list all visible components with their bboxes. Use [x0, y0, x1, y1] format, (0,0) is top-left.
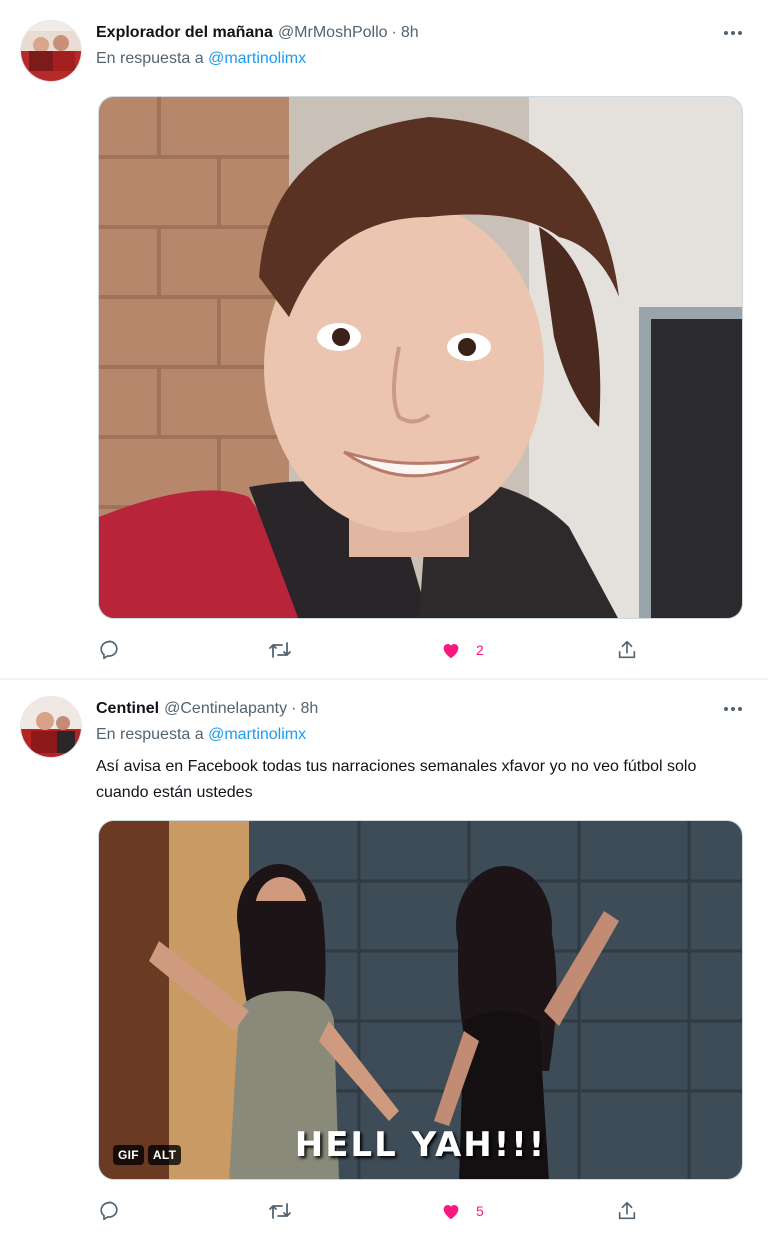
share-icon: [618, 640, 636, 659]
action-bar: 2: [96, 635, 646, 665]
reply-button[interactable]: [98, 635, 120, 665]
reply-prefix: En respuesta a: [96, 50, 204, 67]
share-button[interactable]: [616, 1196, 638, 1226]
avatar[interactable]: [20, 20, 82, 82]
tweet[interactable]: Centinel @Centinelapanty · 8h En respues…: [0, 680, 768, 1243]
retweet-button[interactable]: [268, 1196, 292, 1226]
like-button[interactable]: 5: [440, 1196, 484, 1226]
retweet-button[interactable]: [268, 635, 292, 665]
like-count: 5: [476, 1203, 484, 1219]
tweet-header: Centinel @Centinelapanty · 8h: [96, 695, 748, 723]
tweet-gif[interactable]: GIF ALT HELL YAH!!!: [98, 820, 743, 1180]
retweet-icon: [269, 1203, 291, 1219]
reply-context: En respuesta a @martinolimx: [96, 50, 306, 74]
heart-icon: [443, 644, 459, 659]
reply-context: En respuesta a @martinolimx: [96, 726, 306, 750]
reply-mention-link[interactable]: @martinolimx: [208, 726, 306, 743]
reply-prefix: En respuesta a: [96, 726, 204, 743]
gif-caption: HELL YAH!!!: [294, 1125, 547, 1165]
tweet-header: Explorador del mañana @MrMoshPollo · 8h: [96, 19, 748, 47]
timeline: Explorador del mañana @MrMoshPollo · 8h …: [0, 0, 768, 1243]
action-bar: 5: [96, 1196, 646, 1226]
tweet[interactable]: Explorador del mañana @MrMoshPollo · 8h …: [0, 0, 768, 679]
heart-icon: [443, 1205, 459, 1220]
reply-icon: [100, 1201, 118, 1221]
reply-mention-link[interactable]: @martinolimx: [208, 50, 306, 67]
timestamp[interactable]: 8h: [401, 24, 419, 42]
more-icon[interactable]: [718, 695, 748, 723]
tweet-photo[interactable]: [98, 96, 743, 619]
timestamp[interactable]: 8h: [300, 700, 318, 718]
separator-dot: ·: [391, 24, 397, 41]
like-button[interactable]: 2: [440, 635, 484, 665]
share-button[interactable]: [616, 635, 638, 665]
retweet-icon: [269, 642, 291, 658]
author-handle[interactable]: @MrMoshPollo: [278, 24, 388, 42]
tweet-text: Así avisa en Facebook todas tus narracio…: [96, 758, 697, 801]
reply-button[interactable]: [98, 1196, 120, 1226]
author-name[interactable]: Explorador del mañana: [96, 24, 273, 42]
reply-icon: [100, 640, 118, 660]
separator-dot: ·: [291, 700, 297, 717]
like-count: 2: [476, 642, 484, 658]
avatar[interactable]: [20, 696, 82, 758]
more-icon[interactable]: [718, 19, 748, 47]
author-name[interactable]: Centinel: [96, 700, 159, 718]
share-icon: [618, 1201, 636, 1220]
author-handle[interactable]: @Centinelapanty: [164, 700, 287, 718]
